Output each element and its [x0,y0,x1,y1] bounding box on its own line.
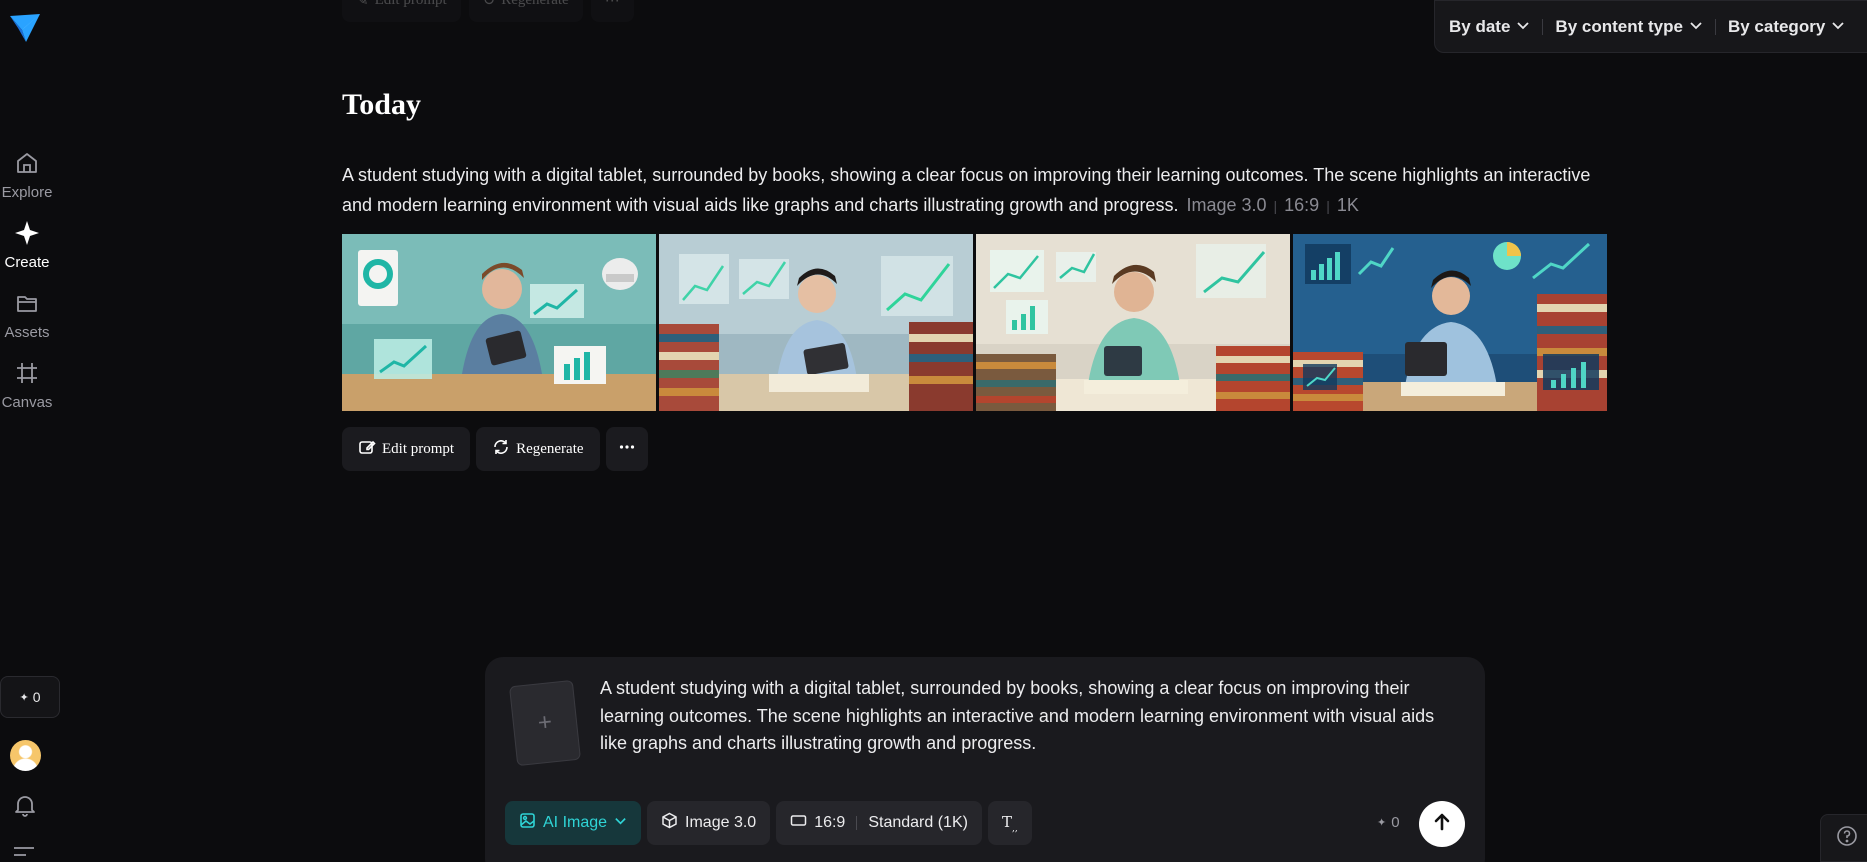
button-label: Regenerate [516,440,584,457]
generated-image-4[interactable] [1293,234,1607,411]
button-label: Edit prompt [375,0,447,9]
chevron-down-icon [1689,17,1703,37]
composer-toolbar: AI Image Image 3.0 16:9 Standard (1K) T,… [505,801,1032,845]
generation-actions: Edit prompt Regenerate [342,427,648,471]
ratio-label: 16:9 [814,814,846,831]
generation-cost: ✦ 0 [1377,814,1400,831]
quality-label: Standard (1K) [868,814,968,831]
filter-label: By date [1449,16,1511,36]
model-label: Image 3.0 [685,814,757,831]
divider: | [1273,198,1278,214]
prompt-composer: + A student studying with a digital tabl… [485,657,1485,862]
credits-value: 0 [32,689,41,705]
generation-prompt: A student studying with a digital tablet… [342,160,1612,221]
mode-label: AI Image [543,814,608,831]
more-options-button[interactable] [605,427,648,471]
text-format-icon: T,, [1001,812,1018,834]
filter-bar: By date By content type By category [1434,0,1867,53]
sidebar: Explore Create Assets Canvas ✦ 0 [0,0,60,862]
generated-image-3[interactable] [976,234,1290,411]
previous-regenerate-button[interactable]: ↻ Regenerate [468,0,583,22]
arrow-up-icon [1431,811,1453,838]
ratio-quality-selector[interactable]: 16:9 Standard (1K) [776,801,982,845]
filter-by-category[interactable]: By category [1728,17,1845,37]
generated-image-1[interactable] [342,234,656,411]
sidebar-item-label: Create [4,254,50,271]
sidebar-item-label: Assets [4,324,50,341]
cube-icon [661,812,678,834]
paper-plane-logo-icon[interactable] [8,12,42,44]
resolution-badge: 1K [1336,195,1359,215]
home-icon [14,150,40,180]
divider [856,816,858,830]
regenerate-button[interactable]: Regenerate [476,427,600,471]
button-label: Edit prompt [382,440,455,457]
divider [1714,18,1716,35]
model-selector[interactable]: Image 3.0 [647,801,771,845]
image-grid [342,234,1607,411]
bell-icon[interactable] [12,792,38,818]
ellipsis-icon [618,438,636,461]
ellipsis-icon: ⋯ [604,0,620,9]
avatar[interactable] [10,740,41,771]
folder-icon [14,290,40,320]
filter-label: By content type [1555,16,1683,36]
plus-icon: + [536,708,554,737]
mode-selector[interactable]: AI Image [505,801,642,845]
divider [1542,18,1544,35]
section-title: Today [342,88,421,121]
refresh-icon [492,438,510,461]
edit-icon: ✎ [356,0,369,9]
chevron-down-icon [1516,17,1530,37]
send-button[interactable] [1419,801,1465,847]
chevron-down-icon [614,814,627,832]
sparkle-icon: ✦ [1377,817,1387,829]
generated-image-2[interactable] [659,234,973,411]
question-icon [1836,825,1858,852]
sidebar-item-label: Canvas [1,394,53,411]
sidebar-item-explore[interactable]: Explore [0,150,54,201]
sparkle-icon [14,220,40,250]
sidebar-item-canvas[interactable]: Canvas [0,360,54,411]
previous-edit-prompt-button[interactable]: ✎ Edit prompt [342,0,461,22]
filter-by-date[interactable]: By date [1449,17,1530,37]
sidebar-item-create[interactable]: Create [0,220,54,271]
sidebar-item-assets[interactable]: Assets [0,290,54,341]
add-reference-image-button[interactable]: + [508,679,582,767]
edit-icon [358,438,376,461]
aspect-ratio-icon [790,812,807,834]
image-mode-icon [519,812,536,834]
filter-label: By category [1727,16,1826,36]
sparkle-icon: ✦ [19,691,29,704]
prompt-input[interactable]: A student studying with a digital tablet… [600,675,1460,758]
previous-more-button[interactable]: ⋯ [590,0,634,22]
canvas-icon [14,360,40,390]
previous-actions-bar: ✎ Edit prompt ↻ Regenerate ⋯ [342,0,634,22]
model-badge: Image 3.0 [1186,195,1267,215]
menu-icon[interactable] [12,846,36,862]
prompt-text: A student studying with a digital tablet… [342,165,1591,215]
refresh-icon: ↻ [482,0,496,9]
ratio-badge: 16:9 [1284,195,1320,215]
edit-prompt-button[interactable]: Edit prompt [342,427,471,471]
cost-value: 0 [1391,814,1400,831]
divider: | [1326,198,1330,214]
filter-by-content-type[interactable]: By content type [1555,17,1703,37]
credits-counter[interactable]: ✦ 0 [0,676,60,718]
chevron-down-icon [1831,17,1845,37]
help-button[interactable] [1820,814,1867,862]
text-style-button[interactable]: T,, [987,801,1032,845]
sidebar-item-label: Explore [1,184,53,201]
button-label: Regenerate [501,0,568,9]
